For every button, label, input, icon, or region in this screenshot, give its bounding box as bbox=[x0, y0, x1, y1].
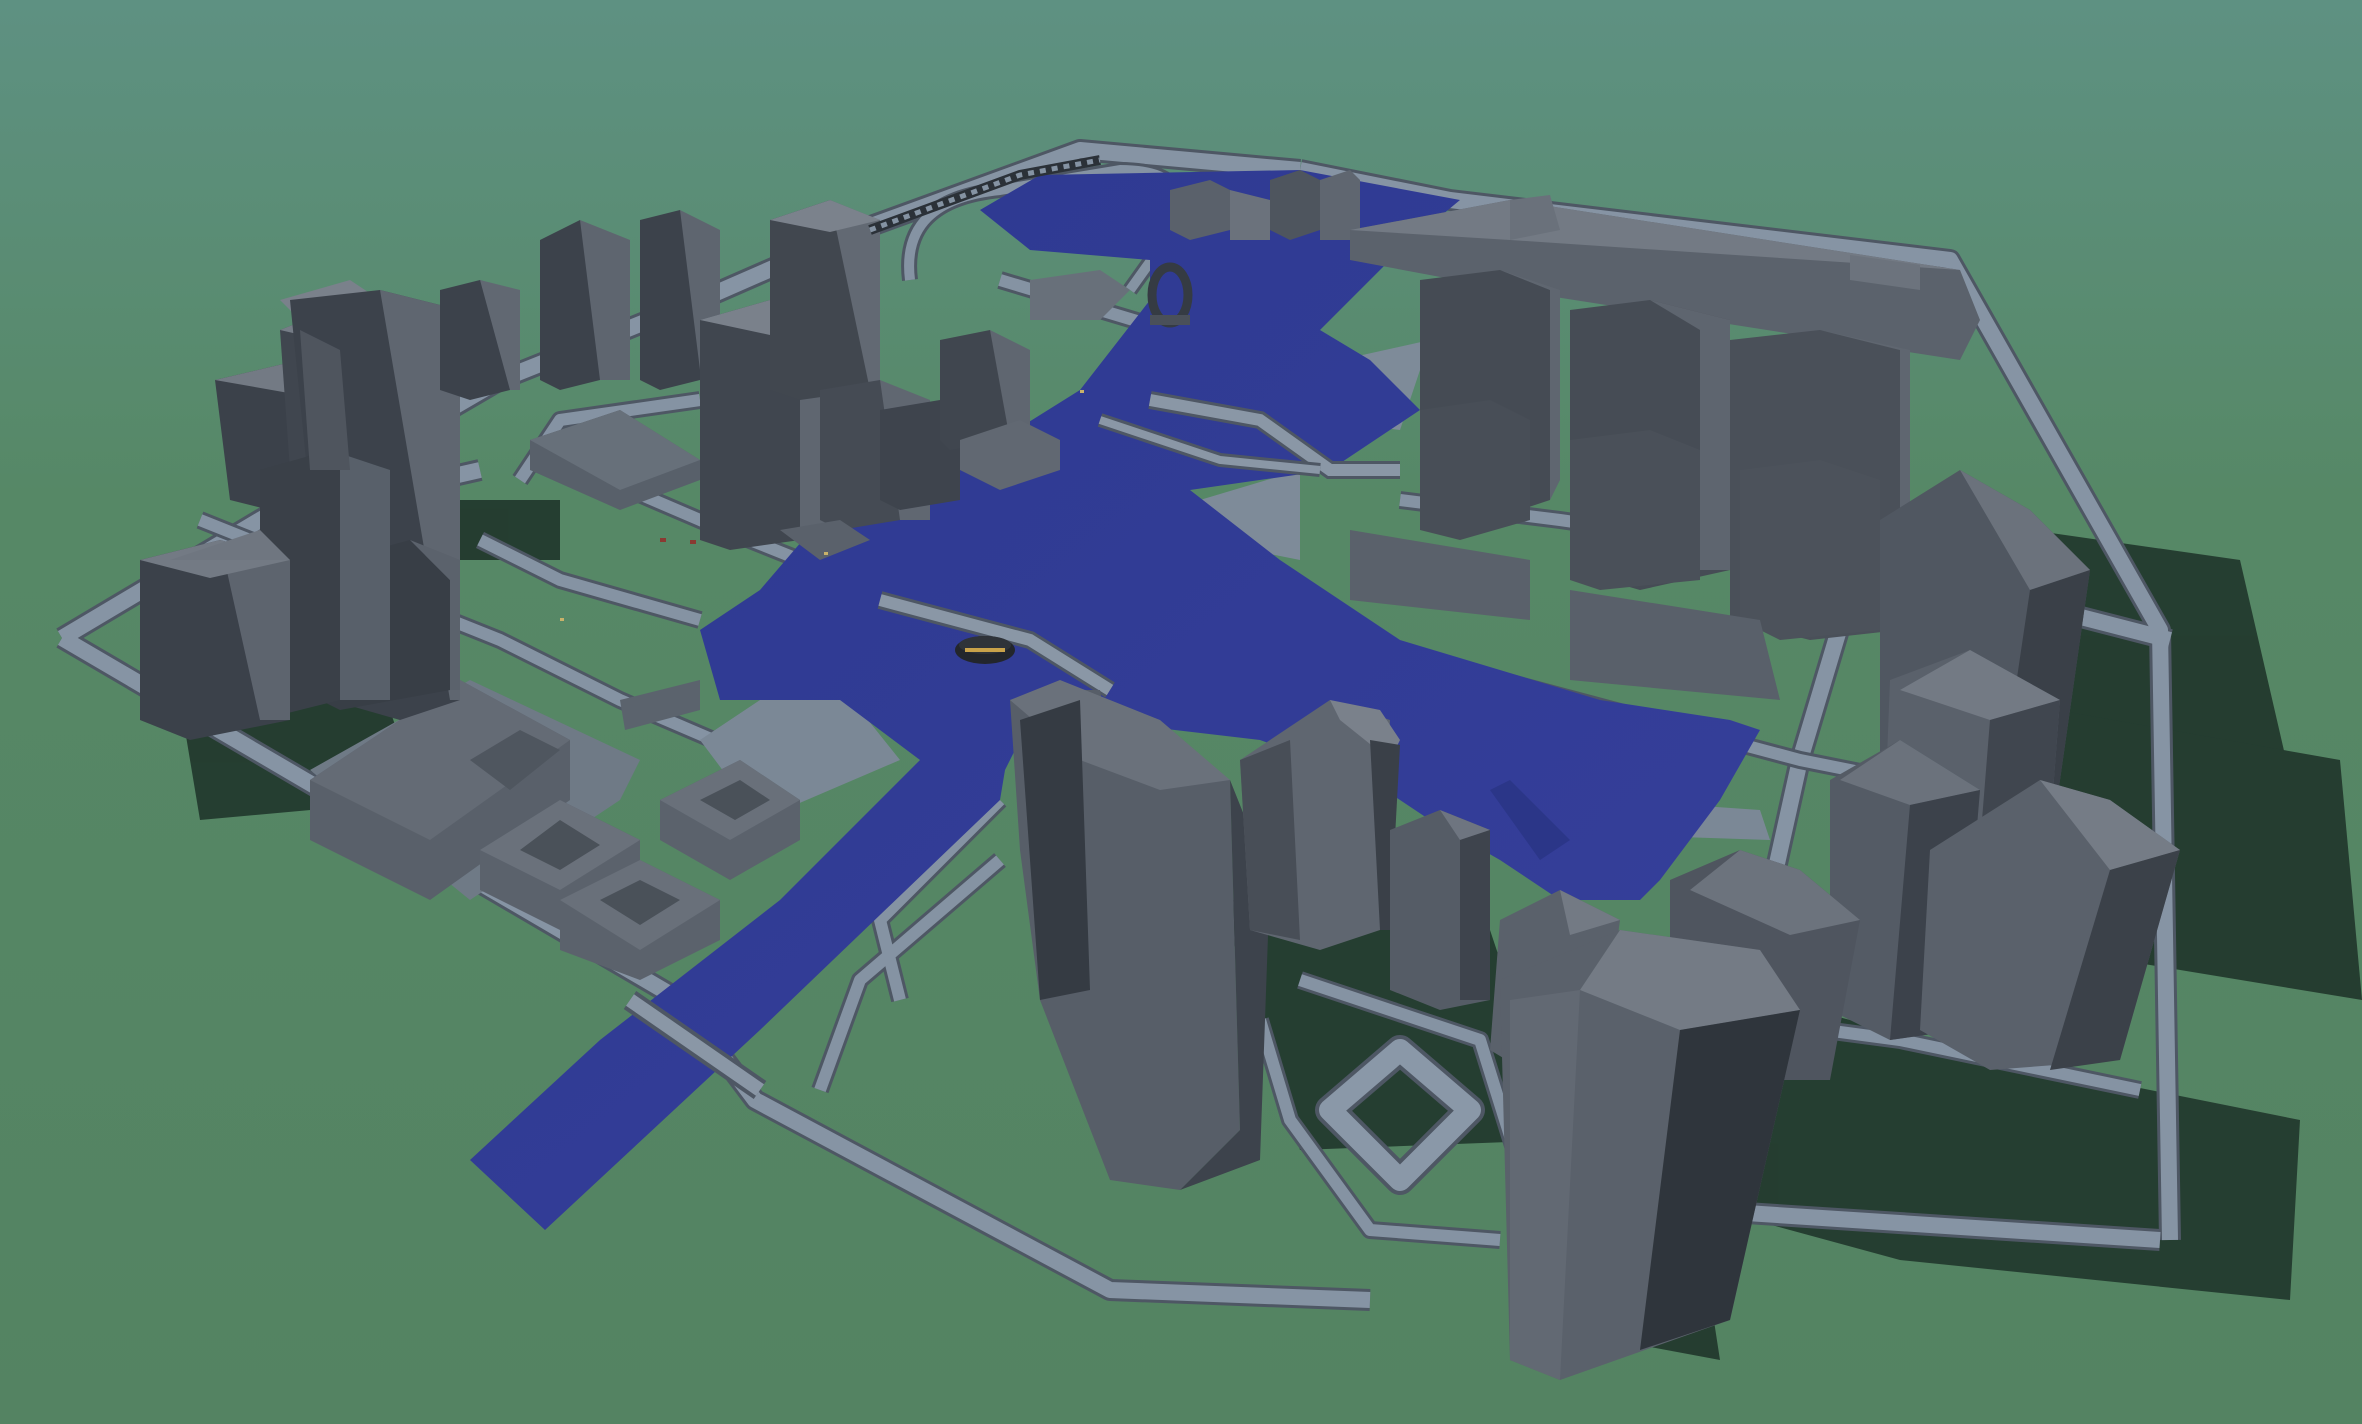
3d-viewport[interactable] bbox=[0, 0, 2362, 1424]
domed-stadium bbox=[955, 636, 1015, 664]
city-scene[interactable] bbox=[0, 0, 2362, 1424]
